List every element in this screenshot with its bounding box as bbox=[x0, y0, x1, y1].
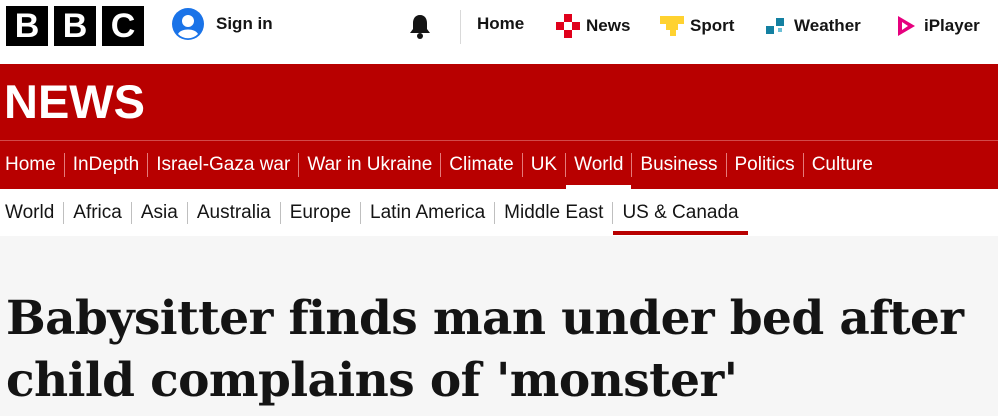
nav-label: Politics bbox=[734, 154, 795, 175]
nav-label: World bbox=[574, 154, 624, 175]
news-logo[interactable]: NEWS bbox=[4, 76, 145, 128]
nav-label: InDepth bbox=[72, 154, 140, 175]
sign-in-button[interactable]: Sign in bbox=[172, 8, 273, 40]
nav-label: Culture bbox=[811, 154, 873, 175]
bell-icon[interactable] bbox=[406, 12, 434, 40]
subnav-item-us-canada[interactable]: US & Canada bbox=[613, 189, 748, 236]
nav-item-culture[interactable]: Culture bbox=[804, 141, 881, 189]
nav-label: Business bbox=[640, 154, 718, 175]
nav-item-climate[interactable]: Climate bbox=[441, 141, 521, 189]
nav-label: Climate bbox=[449, 154, 514, 175]
bbc-logo-letter: B bbox=[54, 6, 96, 46]
top-nav-label: iPlayer bbox=[924, 16, 980, 35]
primary-nav: Home InDepth Israel-Gaza war War in Ukra… bbox=[0, 141, 998, 189]
top-nav-label: Weather bbox=[794, 16, 861, 35]
secondary-nav: World Africa Asia Australia Europe Latin… bbox=[0, 189, 998, 236]
nav-item-uk[interactable]: UK bbox=[523, 141, 565, 189]
news-icon bbox=[556, 14, 580, 38]
subnav-label: Africa bbox=[73, 201, 122, 223]
top-nav-weather[interactable]: Weather bbox=[764, 14, 861, 38]
subnav-label: US & Canada bbox=[622, 201, 739, 223]
header-divider bbox=[460, 10, 461, 44]
top-nav-label: Home bbox=[477, 14, 525, 33]
bbc-logo[interactable]: B B C bbox=[6, 6, 144, 46]
global-header: B B C Sign in Home News Sport Weather iP… bbox=[0, 0, 998, 64]
nav-label: Home bbox=[5, 154, 56, 175]
article-headline: Babysitter finds man under bed after chi… bbox=[6, 291, 964, 408]
weather-icon bbox=[766, 18, 784, 34]
top-nav-news[interactable]: News bbox=[556, 14, 630, 38]
nav-item-world[interactable]: World bbox=[566, 141, 632, 189]
top-nav-home[interactable]: Home bbox=[477, 14, 524, 34]
subnav-item-world[interactable]: World bbox=[0, 189, 63, 236]
subnav-label: Europe bbox=[289, 201, 352, 223]
sport-icon bbox=[660, 16, 684, 36]
top-nav-label: News bbox=[586, 16, 631, 35]
user-icon bbox=[172, 8, 204, 40]
nav-item-business[interactable]: Business bbox=[632, 141, 725, 189]
top-nav-label: Sport bbox=[690, 16, 735, 35]
article-content: Babysitter finds man under bed after chi… bbox=[0, 236, 998, 416]
nav-label: Israel-Gaza war bbox=[156, 154, 291, 175]
sign-in-label: Sign in bbox=[216, 14, 273, 33]
subnav-item-africa[interactable]: Africa bbox=[64, 189, 131, 236]
subnav-label: Latin America bbox=[370, 201, 486, 223]
nav-label: War in Ukraine bbox=[307, 154, 433, 175]
nav-item-indepth[interactable]: InDepth bbox=[65, 141, 148, 189]
bbc-logo-letter: B bbox=[6, 6, 48, 46]
news-masthead: NEWS bbox=[0, 64, 998, 140]
bbc-logo-letter: C bbox=[102, 6, 144, 46]
subnav-label: Middle East bbox=[504, 201, 604, 223]
nav-item-politics[interactable]: Politics bbox=[727, 141, 803, 189]
subnav-item-asia[interactable]: Asia bbox=[132, 189, 187, 236]
subnav-label: Asia bbox=[140, 201, 178, 223]
nav-item-israel-gaza-war[interactable]: Israel-Gaza war bbox=[148, 141, 298, 189]
subnav-item-europe[interactable]: Europe bbox=[281, 189, 360, 236]
nav-label: UK bbox=[530, 154, 558, 175]
top-nav-iplayer[interactable]: iPlayer bbox=[894, 14, 980, 38]
nav-item-home[interactable]: Home bbox=[0, 141, 64, 189]
subnav-item-australia[interactable]: Australia bbox=[188, 189, 280, 236]
subnav-item-middle-east[interactable]: Middle East bbox=[495, 189, 612, 236]
iplayer-icon bbox=[898, 16, 915, 36]
subnav-label: World bbox=[5, 201, 55, 223]
subnav-label: Australia bbox=[196, 201, 271, 223]
top-nav-sport[interactable]: Sport bbox=[660, 14, 734, 38]
subnav-item-latin-america[interactable]: Latin America bbox=[361, 189, 494, 236]
nav-item-war-in-ukraine[interactable]: War in Ukraine bbox=[299, 141, 440, 189]
